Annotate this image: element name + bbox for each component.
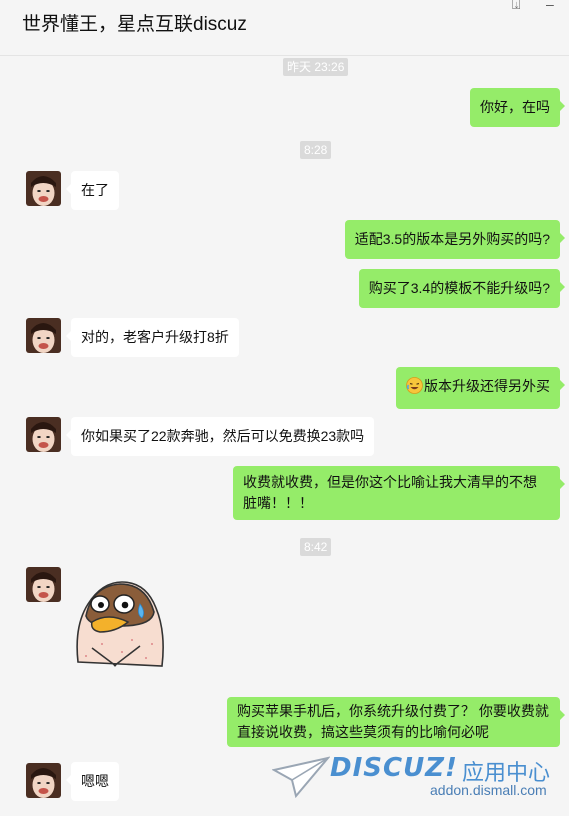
discuz-watermark: DISCUZ! 应用中心 addon.dismall.com — [272, 752, 562, 806]
message-text: 版本升级还得另外买 — [424, 378, 550, 394]
duck-sticker[interactable] — [72, 574, 166, 672]
outgoing-message[interactable]: 你好，在吗 — [470, 88, 565, 127]
timestamp: 8:28 — [300, 141, 332, 159]
incoming-message[interactable]: 在了 — [66, 171, 119, 210]
minimize-icon[interactable]: – — [546, 0, 554, 12]
incoming-message[interactable]: 嗯嗯 — [66, 762, 119, 801]
watermark-brand: DISCUZ! — [330, 753, 458, 783]
avatar[interactable] — [26, 318, 61, 353]
timestamp: 8:42 — [300, 538, 332, 556]
watermark-url: addon.dismall.com — [430, 782, 547, 798]
avatar[interactable] — [26, 763, 61, 798]
avatar[interactable] — [26, 567, 61, 602]
timestamp: 昨天 23:26 — [283, 58, 349, 76]
outgoing-message[interactable]: 适配3.5的版本是另外购买的吗? — [344, 220, 566, 259]
incoming-message[interactable]: 你如果买了22款奔驰，然后可以免费换23款吗 — [65, 417, 375, 456]
chat-title: 世界懂王，星点互联discuz — [22, 14, 247, 35]
outgoing-message[interactable]: 购买了3.4的模板不能升级吗? — [358, 269, 566, 308]
pin-icon[interactable]: ⍗ — [512, 0, 520, 13]
outgoing-message[interactable]: 版本升级还得另外买 — [396, 367, 565, 409]
avatar[interactable] — [26, 171, 61, 206]
cry-laugh-emoji — [406, 377, 423, 400]
avatar[interactable] — [26, 417, 61, 452]
incoming-message[interactable]: 对的，老客户升级打8折 — [66, 318, 239, 357]
outgoing-message[interactable]: 购买苹果手机后，你系统升级付费了？ 你要收费就直接说收费，搞这些莫须有的比喻何必… — [227, 697, 565, 747]
chat-header: 世界懂王，星点互联discuz ⍗ – — [0, 0, 569, 56]
outgoing-message[interactable]: 收费就收费，但是你这个比喻让我大清早的不想脏嘴！！！ — [233, 466, 565, 520]
paper-plane-icon — [272, 756, 330, 798]
